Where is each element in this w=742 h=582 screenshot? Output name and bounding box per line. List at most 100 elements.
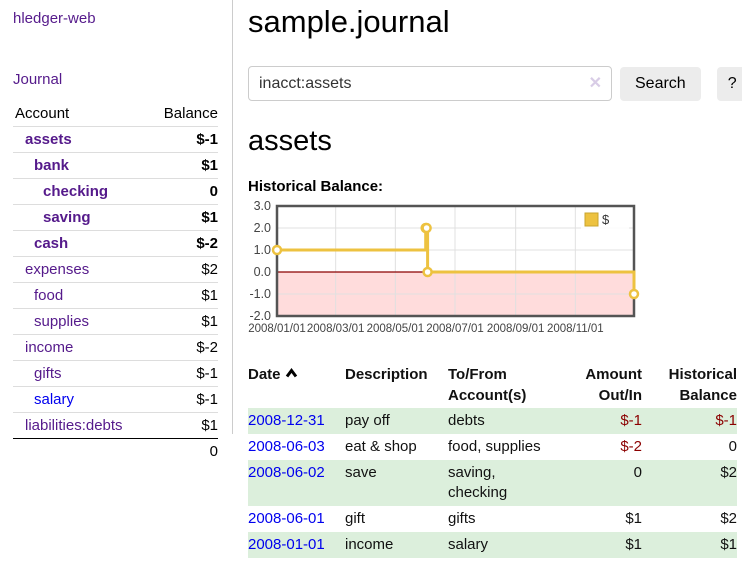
journal-nav: Journal: [13, 71, 218, 88]
account-balance-value: $1: [150, 283, 218, 309]
transaction-accounts-cell: gifts: [448, 506, 558, 532]
account-table-body: assets$-1bank$1checking0saving$1cash$-2e…: [13, 127, 218, 439]
chart-title: Historical Balance:: [248, 178, 742, 195]
account-row: food $1: [13, 283, 218, 309]
transaction-row: 2008-12-31pay offdebts$-1$-1: [248, 408, 737, 434]
account-name-cell: salary: [13, 387, 150, 413]
transaction-accounts-cell: saving, checking: [448, 460, 558, 506]
account-balance-value: $-2: [150, 231, 218, 257]
account-table-header-row: Account Balance: [13, 103, 218, 127]
sidebar-account-link[interactable]: supplies: [34, 313, 89, 330]
transaction-date-link[interactable]: 2008-12-31: [248, 412, 325, 429]
sidebar-account-link[interactable]: salary: [34, 391, 74, 408]
x-tick-label: 2008/03/01: [307, 323, 365, 335]
legend-label: $: [602, 212, 610, 227]
transaction-date-cell: 2008-06-03: [248, 434, 345, 460]
account-section-title: assets: [248, 125, 742, 158]
transaction-balance-cell: $2: [642, 506, 737, 532]
description-column-header: Description: [345, 362, 448, 408]
account-name-cell: expenses: [13, 257, 150, 283]
transaction-date-link[interactable]: 2008-06-01: [248, 510, 325, 527]
x-tick-label: 2008/11/01: [547, 323, 604, 335]
account-name-cell: saving: [13, 205, 150, 231]
sidebar: hledger-web Journal Account Balance asse…: [0, 0, 233, 434]
sidebar-account-link[interactable]: income: [25, 339, 73, 356]
transaction-row: 2008-06-03eat & shopfood, supplies$-20: [248, 434, 737, 460]
transaction-accounts-cell: food, supplies: [448, 434, 558, 460]
accounts-column-header: To/From Account(s): [448, 362, 558, 408]
sidebar-account-link[interactable]: gifts: [34, 365, 62, 382]
transaction-amount-cell: $-1: [558, 408, 642, 434]
main-content: sample.journal ✕ Search ? assets Histori…: [233, 0, 742, 558]
transaction-date-link[interactable]: 2008-06-03: [248, 438, 325, 455]
search-input[interactable]: [248, 66, 612, 101]
clear-search-icon[interactable]: ✕: [589, 73, 602, 93]
transaction-description-cell: save: [345, 460, 448, 506]
search-button[interactable]: Search: [620, 67, 701, 101]
sidebar-account-link[interactable]: saving: [43, 209, 91, 226]
search-input-wrap: ✕: [248, 66, 612, 101]
transaction-amount-cell: $-2: [558, 434, 642, 460]
y-tick-label: 2.0: [254, 221, 271, 235]
x-tick-label: 2008/07/01: [426, 323, 484, 335]
sidebar-account-link[interactable]: assets: [25, 131, 72, 148]
transaction-description-cell: gift: [345, 506, 448, 532]
y-tick-label: 0.0: [254, 265, 271, 279]
transaction-date-cell: 2008-01-01: [248, 532, 345, 558]
account-name-cell: food: [13, 283, 150, 309]
account-row: income$-2: [13, 335, 218, 361]
transactions-body: 2008-12-31pay offdebts$-1$-12008-06-03ea…: [248, 408, 737, 558]
account-total-row: 0: [13, 439, 218, 465]
y-tick-label: -2.0: [249, 309, 271, 323]
account-balance-table: Account Balance assets$-1 bank $1 checking 0…: [13, 103, 218, 464]
balance-column-header: Balance: [150, 103, 218, 127]
sort-ascending-icon: [285, 363, 298, 384]
account-column-header: Account: [13, 103, 150, 127]
account-row: liabilities:debts$1: [13, 413, 218, 439]
account-name-cell: bank: [13, 153, 150, 179]
transaction-amount-cell: $1: [558, 532, 642, 558]
sidebar-account-link[interactable]: liabilities:debts: [25, 417, 123, 434]
account-balance-value: 0: [150, 179, 218, 205]
amount-column-header: Amount Out/In: [558, 362, 642, 408]
balance-column-header-txn: Historical Balance: [642, 362, 737, 408]
date-column-header[interactable]: Date: [248, 362, 345, 408]
page: hledger-web Journal Account Balance asse…: [0, 0, 742, 558]
account-row: checking 0: [13, 179, 218, 205]
app-title-link[interactable]: hledger-web: [13, 10, 96, 27]
account-name-cell: supplies: [13, 309, 150, 335]
sidebar-account-link[interactable]: food: [34, 287, 63, 304]
sidebar-account-link[interactable]: bank: [34, 157, 69, 174]
x-tick-label: 2008/09/01: [487, 323, 545, 335]
transaction-description-cell: income: [345, 532, 448, 558]
data-point-marker: [273, 246, 281, 254]
account-row: assets$-1: [13, 127, 218, 153]
account-name-cell: checking: [13, 179, 150, 205]
transaction-balance-cell: $-1: [642, 408, 737, 434]
transaction-date-cell: 2008-12-31: [248, 408, 345, 434]
app-title: hledger-web: [13, 10, 218, 27]
account-balance-value: $1: [150, 205, 218, 231]
data-point-marker: [630, 290, 638, 298]
sidebar-item-journal[interactable]: Journal: [13, 71, 62, 88]
y-tick-label: 3.0: [254, 199, 271, 213]
sidebar-account-link[interactable]: expenses: [25, 261, 89, 278]
account-name-cell: gifts: [13, 361, 150, 387]
transactions-header-row: Date Description To/From Account(s) Amou…: [248, 362, 737, 408]
x-tick-label: 2008/05/01: [367, 323, 425, 335]
transaction-balance-cell: $1: [642, 532, 737, 558]
sidebar-account-link[interactable]: cash: [34, 235, 68, 252]
sidebar-account-link[interactable]: checking: [43, 183, 108, 200]
transactions-table: Date Description To/From Account(s) Amou…: [248, 362, 737, 558]
transaction-accounts-cell: salary: [448, 532, 558, 558]
account-balance-value: $2: [150, 257, 218, 283]
transaction-balance-cell: 0: [642, 434, 737, 460]
transaction-description-cell: pay off: [345, 408, 448, 434]
transaction-date-link[interactable]: 2008-06-02: [248, 464, 325, 481]
help-button[interactable]: ?: [717, 67, 742, 101]
account-name-cell: income: [13, 335, 150, 361]
account-row: expenses $2: [13, 257, 218, 283]
account-balance-value: $1: [150, 309, 218, 335]
transaction-row: 2008-01-01incomesalary$1$1: [248, 532, 737, 558]
transaction-date-link[interactable]: 2008-01-01: [248, 536, 325, 553]
